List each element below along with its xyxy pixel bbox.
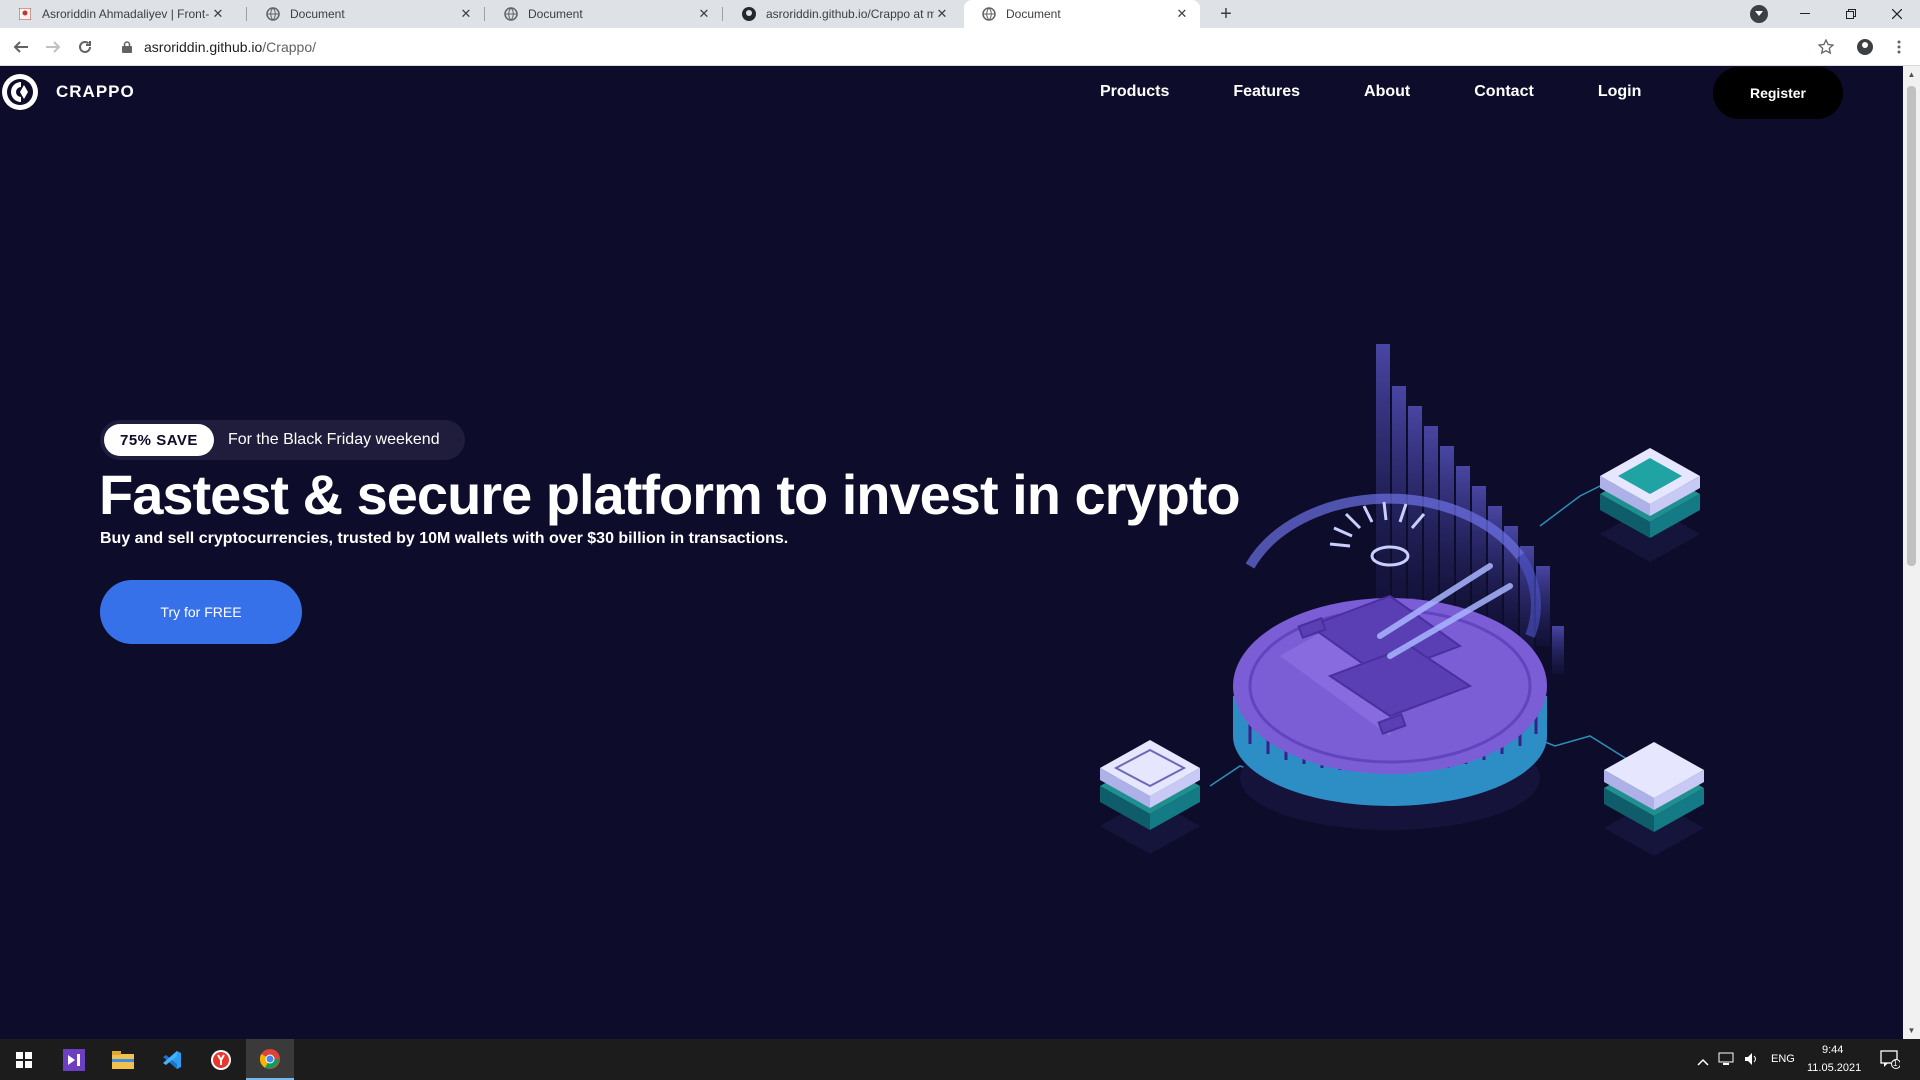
nav-about[interactable]: About <box>1364 83 1410 101</box>
browser-tab[interactable]: Document ✕ <box>248 0 484 28</box>
minimize-icon[interactable] <box>1782 0 1828 28</box>
tab-title: Document <box>1006 7 1061 21</box>
register-button[interactable]: Register <box>1713 67 1843 119</box>
tab-search-icon[interactable] <box>1750 5 1768 23</box>
scroll-down-icon[interactable]: ▼ <box>1907 1026 1916 1035</box>
browser-tab[interactable]: Asroriddin Ahmadaliyev | Front-E ✕ <box>0 0 236 28</box>
vscode-icon[interactable] <box>148 1039 196 1080</box>
nav-login[interactable]: Login <box>1598 83 1642 101</box>
notification-count: 1 <box>1893 1059 1898 1068</box>
bookmark-star-icon[interactable] <box>1814 35 1838 59</box>
hero-subtitle: Buy and sell cryptocurrencies, trusted b… <box>100 530 789 547</box>
hero-title: Fastest & secure platform to invest in c… <box>99 463 1241 526</box>
page-viewport: CRAPPO Products Features About Contact L… <box>0 66 1903 1039</box>
volume-icon[interactable] <box>1744 1052 1760 1071</box>
url-path: /Crappo/ <box>262 39 316 55</box>
new-tab-button[interactable]: + <box>1214 2 1238 26</box>
close-window-icon[interactable] <box>1874 0 1920 28</box>
promo-text: For the Black Friday weekend <box>227 431 440 448</box>
close-tab-icon[interactable]: ✕ <box>934 6 950 22</box>
hero-illustration <box>1100 344 1704 856</box>
globe-icon <box>504 7 518 21</box>
forward-arrow-icon[interactable] <box>41 35 65 59</box>
tray-chevron-icon[interactable] <box>1697 1053 1709 1071</box>
crypto-cube-bottom-right <box>1604 742 1704 856</box>
clock-date[interactable]: 11.05.2021 <box>1807 1062 1861 1074</box>
profile-favicon-icon <box>18 7 32 21</box>
github-icon <box>742 7 756 21</box>
globe-icon <box>266 7 280 21</box>
tab-title: Document <box>290 7 345 21</box>
browser-tab-active[interactable]: Document ✕ <box>964 0 1200 28</box>
clock-time[interactable]: 9:44 <box>1822 1044 1843 1056</box>
logo-text: CRAPPO <box>56 82 135 101</box>
visual-studio-icon[interactable] <box>50 1039 98 1080</box>
file-explorer-icon[interactable] <box>99 1039 147 1080</box>
try-for-free-button[interactable]: Try for FREE <box>100 580 302 644</box>
lock-icon <box>122 40 134 54</box>
address-bar[interactable]: asroriddin.github.io/Crappo/ <box>108 32 1848 62</box>
restore-icon[interactable] <box>1828 0 1874 28</box>
url-host: asroriddin.github.io <box>144 39 263 55</box>
yandex-browser-icon[interactable] <box>197 1039 245 1080</box>
globe-icon <box>982 7 996 21</box>
tab-divider <box>722 7 723 21</box>
scroll-up-icon[interactable]: ▲ <box>1907 70 1916 79</box>
site-logo[interactable]: CRAPPO <box>2 74 135 110</box>
windows-start-icon[interactable] <box>0 1039 48 1080</box>
notification-center-icon[interactable]: 1 <box>1880 1049 1901 1074</box>
network-icon[interactable] <box>1718 1052 1734 1071</box>
nav-products[interactable]: Products <box>1100 83 1169 101</box>
promo-badge: 75% SAVE <box>104 424 214 456</box>
tab-divider <box>484 7 485 21</box>
windows-taskbar: ENG 9:44 11.05.2021 1 <box>0 1039 1920 1080</box>
nav-features[interactable]: Features <box>1233 83 1300 101</box>
language-indicator[interactable]: ENG <box>1771 1053 1795 1065</box>
crappo-logo-icon <box>2 74 38 110</box>
nav-contact[interactable]: Contact <box>1474 83 1534 101</box>
profile-avatar-icon[interactable] <box>1853 35 1877 59</box>
browser-tab[interactable]: Document ✕ <box>486 0 722 28</box>
chrome-icon[interactable] <box>246 1039 294 1080</box>
promo-banner: 75% SAVE For the Black Friday weekend <box>100 420 465 460</box>
reload-icon[interactable] <box>73 35 97 59</box>
close-tab-icon[interactable]: ✕ <box>1174 6 1190 22</box>
close-tab-icon[interactable]: ✕ <box>696 6 712 22</box>
browser-tab-strip: Asroriddin Ahmadaliyev | Front-E ✕ Docum… <box>0 0 1920 28</box>
crypto-cube-bottom-left <box>1100 740 1200 854</box>
page-scrollbar[interactable]: ▲ ▼ <box>1903 66 1920 1039</box>
browser-tab[interactable]: asroriddin.github.io/Crappo at m ✕ <box>724 0 960 28</box>
scrollbar-thumb[interactable] <box>1907 86 1916 566</box>
browser-menu-icon[interactable] <box>1887 35 1911 59</box>
tab-title: Asroriddin Ahmadaliyev | Front-E <box>42 7 210 21</box>
tab-title: Document <box>528 7 583 21</box>
close-tab-icon[interactable]: ✕ <box>458 6 474 22</box>
close-tab-icon[interactable]: ✕ <box>210 6 226 22</box>
crypto-cube-top-right <box>1600 448 1700 562</box>
main-nav: Products Features About Contact Login <box>1100 66 1705 118</box>
browser-toolbar: asroriddin.github.io/Crappo/ <box>0 28 1920 66</box>
tab-divider <box>246 7 247 21</box>
back-arrow-icon[interactable] <box>9 35 33 59</box>
tab-title: asroriddin.github.io/Crappo at m <box>766 7 934 21</box>
